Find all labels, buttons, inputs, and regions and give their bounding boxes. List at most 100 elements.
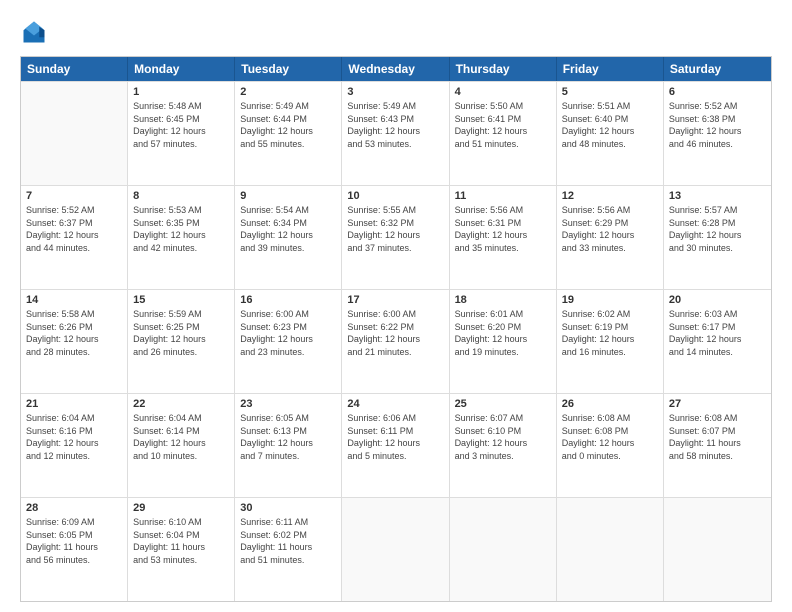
day-info: Sunrise: 5:52 AM Sunset: 6:37 PM Dayligh… xyxy=(26,204,122,254)
day-info: Sunrise: 6:04 AM Sunset: 6:14 PM Dayligh… xyxy=(133,412,229,462)
week-row-4: 28Sunrise: 6:09 AM Sunset: 6:05 PM Dayli… xyxy=(21,497,771,601)
day-cell-5: 5 Sunrise: 5:51 AM Sunset: 6:40 PM Daylig… xyxy=(557,82,664,185)
day-cell-6: 6 Sunrise: 5:52 AM Sunset: 6:38 PM Daylig… xyxy=(664,82,771,185)
header-day-wednesday: Wednesday xyxy=(342,57,449,81)
day-number: 22 xyxy=(133,398,229,410)
day-number: 25 xyxy=(455,398,551,410)
day-number: 21 xyxy=(26,398,122,410)
day-number: 11 xyxy=(455,190,551,202)
day-cell-30: 30Sunrise: 6:11 AM Sunset: 6:02 PM Dayli… xyxy=(235,498,342,601)
page: SundayMondayTuesdayWednesdayThursdayFrid… xyxy=(0,0,792,612)
day-info: Sunrise: 5:55 AM Sunset: 6:32 PM Dayligh… xyxy=(347,204,443,254)
day-info: Sunrise: 6:00 AM Sunset: 6:23 PM Dayligh… xyxy=(240,308,336,358)
day-number: 10 xyxy=(347,190,443,202)
header-day-thursday: Thursday xyxy=(450,57,557,81)
day-number: 15 xyxy=(133,294,229,306)
day-cell-8: 8 Sunrise: 5:53 AM Sunset: 6:35 PM Daylig… xyxy=(128,186,235,289)
day-cell-12: 12 Sunrise: 5:56 AM Sunset: 6:29 PM Dayli… xyxy=(557,186,664,289)
day-info: Sunrise: 6:05 AM Sunset: 6:13 PM Dayligh… xyxy=(240,412,336,462)
day-info: Sunrise: 5:56 AM Sunset: 6:31 PM Dayligh… xyxy=(455,204,551,254)
day-cell-27: 27 Sunrise: 6:08 AM Sunset: 6:07 PM Dayli… xyxy=(664,394,771,497)
week-row-2: 14 Sunrise: 5:58 AM Sunset: 6:26 PM Dayli… xyxy=(21,289,771,393)
header-day-sunday: Sunday xyxy=(21,57,128,81)
day-info: Sunrise: 6:08 AM Sunset: 6:07 PM Dayligh… xyxy=(669,412,766,462)
day-number: 6 xyxy=(669,86,766,98)
day-info: Sunrise: 5:58 AM Sunset: 6:26 PM Dayligh… xyxy=(26,308,122,358)
day-number: 20 xyxy=(669,294,766,306)
day-cell-21: 21 Sunrise: 6:04 AM Sunset: 6:16 PM Dayli… xyxy=(21,394,128,497)
calendar: SundayMondayTuesdayWednesdayThursdayFrid… xyxy=(20,56,772,602)
day-number: 12 xyxy=(562,190,658,202)
logo-icon xyxy=(20,18,48,46)
day-cell-28: 28Sunrise: 6:09 AM Sunset: 6:05 PM Dayli… xyxy=(21,498,128,601)
day-number: 7 xyxy=(26,190,122,202)
day-cell-23: 23 Sunrise: 6:05 AM Sunset: 6:13 PM Dayli… xyxy=(235,394,342,497)
day-number: 1 xyxy=(133,86,229,98)
day-cell-16: 16 Sunrise: 6:00 AM Sunset: 6:23 PM Dayli… xyxy=(235,290,342,393)
header-day-tuesday: Tuesday xyxy=(235,57,342,81)
week-row-1: 7 Sunrise: 5:52 AM Sunset: 6:37 PM Daylig… xyxy=(21,185,771,289)
day-cell-15: 15 Sunrise: 5:59 AM Sunset: 6:25 PM Dayli… xyxy=(128,290,235,393)
day-info: Sunrise: 5:49 AM Sunset: 6:43 PM Dayligh… xyxy=(347,100,443,150)
day-cell-13: 13Sunrise: 5:57 AM Sunset: 6:28 PM Dayli… xyxy=(664,186,771,289)
day-cell-14: 14 Sunrise: 5:58 AM Sunset: 6:26 PM Dayli… xyxy=(21,290,128,393)
day-number: 27 xyxy=(669,398,766,410)
week-row-0: 1 Sunrise: 5:48 AM Sunset: 6:45 PM Daylig… xyxy=(21,81,771,185)
day-info: Sunrise: 6:07 AM Sunset: 6:10 PM Dayligh… xyxy=(455,412,551,462)
day-cell-26: 26Sunrise: 6:08 AM Sunset: 6:08 PM Dayli… xyxy=(557,394,664,497)
day-cell-25: 25 Sunrise: 6:07 AM Sunset: 6:10 PM Dayli… xyxy=(450,394,557,497)
header-day-friday: Friday xyxy=(557,57,664,81)
day-number: 16 xyxy=(240,294,336,306)
empty-cell xyxy=(21,82,128,185)
day-cell-4: 4Sunrise: 5:50 AM Sunset: 6:41 PM Daylig… xyxy=(450,82,557,185)
day-cell-7: 7 Sunrise: 5:52 AM Sunset: 6:37 PM Daylig… xyxy=(21,186,128,289)
day-number: 30 xyxy=(240,502,336,514)
empty-cell xyxy=(342,498,449,601)
header-day-saturday: Saturday xyxy=(664,57,771,81)
calendar-header: SundayMondayTuesdayWednesdayThursdayFrid… xyxy=(21,57,771,81)
day-info: Sunrise: 5:56 AM Sunset: 6:29 PM Dayligh… xyxy=(562,204,658,254)
day-number: 14 xyxy=(26,294,122,306)
day-cell-3: 3 Sunrise: 5:49 AM Sunset: 6:43 PM Daylig… xyxy=(342,82,449,185)
day-cell-20: 20 Sunrise: 6:03 AM Sunset: 6:17 PM Dayli… xyxy=(664,290,771,393)
day-info: Sunrise: 5:52 AM Sunset: 6:38 PM Dayligh… xyxy=(669,100,766,150)
day-number: 2 xyxy=(240,86,336,98)
header xyxy=(20,18,772,46)
day-number: 23 xyxy=(240,398,336,410)
day-cell-1: 1 Sunrise: 5:48 AM Sunset: 6:45 PM Daylig… xyxy=(128,82,235,185)
day-number: 8 xyxy=(133,190,229,202)
day-info: Sunrise: 5:51 AM Sunset: 6:40 PM Dayligh… xyxy=(562,100,658,150)
day-info: Sunrise: 5:50 AM Sunset: 6:41 PM Dayligh… xyxy=(455,100,551,150)
day-info: Sunrise: 5:53 AM Sunset: 6:35 PM Dayligh… xyxy=(133,204,229,254)
day-info: Sunrise: 6:06 AM Sunset: 6:11 PM Dayligh… xyxy=(347,412,443,462)
day-cell-9: 9 Sunrise: 5:54 AM Sunset: 6:34 PM Daylig… xyxy=(235,186,342,289)
day-cell-18: 18Sunrise: 6:01 AM Sunset: 6:20 PM Dayli… xyxy=(450,290,557,393)
day-number: 3 xyxy=(347,86,443,98)
day-info: Sunrise: 5:48 AM Sunset: 6:45 PM Dayligh… xyxy=(133,100,229,150)
day-cell-22: 22 Sunrise: 6:04 AM Sunset: 6:14 PM Dayli… xyxy=(128,394,235,497)
day-info: Sunrise: 6:03 AM Sunset: 6:17 PM Dayligh… xyxy=(669,308,766,358)
day-info: Sunrise: 5:54 AM Sunset: 6:34 PM Dayligh… xyxy=(240,204,336,254)
day-cell-17: 17 Sunrise: 6:00 AM Sunset: 6:22 PM Dayli… xyxy=(342,290,449,393)
day-number: 9 xyxy=(240,190,336,202)
empty-cell xyxy=(450,498,557,601)
day-cell-29: 29 Sunrise: 6:10 AM Sunset: 6:04 PM Dayli… xyxy=(128,498,235,601)
empty-cell xyxy=(557,498,664,601)
day-info: Sunrise: 6:10 AM Sunset: 6:04 PM Dayligh… xyxy=(133,516,229,566)
week-row-3: 21 Sunrise: 6:04 AM Sunset: 6:16 PM Dayli… xyxy=(21,393,771,497)
day-info: Sunrise: 6:02 AM Sunset: 6:19 PM Dayligh… xyxy=(562,308,658,358)
day-info: Sunrise: 6:00 AM Sunset: 6:22 PM Dayligh… xyxy=(347,308,443,358)
day-info: Sunrise: 5:49 AM Sunset: 6:44 PM Dayligh… xyxy=(240,100,336,150)
calendar-body: 1 Sunrise: 5:48 AM Sunset: 6:45 PM Daylig… xyxy=(21,81,771,601)
day-info: Sunrise: 6:04 AM Sunset: 6:16 PM Dayligh… xyxy=(26,412,122,462)
day-info: Sunrise: 5:57 AM Sunset: 6:28 PM Dayligh… xyxy=(669,204,766,254)
day-number: 24 xyxy=(347,398,443,410)
day-number: 18 xyxy=(455,294,551,306)
day-number: 29 xyxy=(133,502,229,514)
day-info: Sunrise: 5:59 AM Sunset: 6:25 PM Dayligh… xyxy=(133,308,229,358)
day-number: 19 xyxy=(562,294,658,306)
day-number: 5 xyxy=(562,86,658,98)
day-cell-10: 10 Sunrise: 5:55 AM Sunset: 6:32 PM Dayli… xyxy=(342,186,449,289)
header-day-monday: Monday xyxy=(128,57,235,81)
day-number: 17 xyxy=(347,294,443,306)
